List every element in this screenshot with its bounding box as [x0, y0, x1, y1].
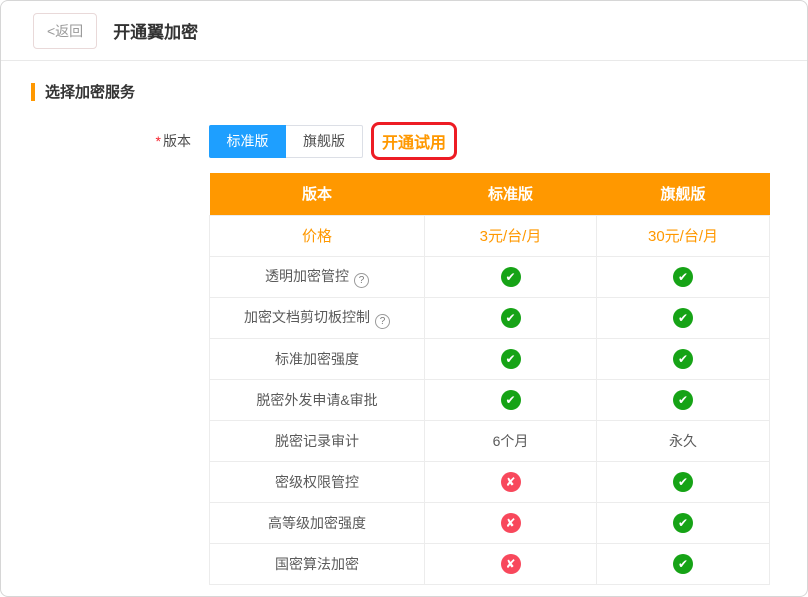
- feature-ultimate-cell: ✔: [597, 502, 770, 543]
- price-ultimate-cell: 30元/台/月: [597, 215, 770, 256]
- feature-row: 脱密外发申请&审批 ✔ ✔: [210, 379, 770, 420]
- help-icon[interactable]: ?: [354, 273, 369, 288]
- feature-label-cell: 密级权限管控: [210, 461, 425, 502]
- feature-row: 脱密记录审计 6个月 永久: [210, 420, 770, 461]
- feature-label-text: 脱密记录审计: [275, 433, 359, 449]
- back-button[interactable]: <返回: [33, 13, 97, 49]
- check-icon: ✔: [673, 554, 693, 574]
- feature-label-cell: 脱密外发申请&审批: [210, 379, 425, 420]
- feature-standard-cell: 6个月: [425, 420, 597, 461]
- feature-label-cell: 高等级加密强度: [210, 502, 425, 543]
- check-icon: ✔: [501, 349, 521, 369]
- page-title: 开通翼加密: [113, 18, 198, 43]
- check-icon: ✔: [501, 267, 521, 287]
- feature-standard-cell: ✔: [425, 256, 597, 297]
- version-form-row: *版本 标准版 旗舰版 开通试用: [1, 122, 807, 160]
- section-title: 选择加密服务: [45, 81, 135, 102]
- feature-label-text: 透明加密管控: [265, 268, 349, 284]
- feature-standard-cell: ✘: [425, 461, 597, 502]
- feature-row: 密级权限管控 ✘ ✔: [210, 461, 770, 502]
- feature-label-cell: 国密算法加密: [210, 543, 425, 584]
- feature-rows-body: 价格 3元/台/月 30元/台/月 透明加密管控? ✔ ✔ 加密文档剪切板控制?…: [210, 215, 770, 584]
- feature-row: 加密文档剪切板控制? ✔ ✔: [210, 297, 770, 338]
- required-asterisk: *: [156, 133, 161, 149]
- version-label: *版本: [1, 131, 209, 151]
- feature-standard-cell: ✘: [425, 502, 597, 543]
- feature-ultimate-cell: ✔: [597, 338, 770, 379]
- check-icon: ✔: [673, 349, 693, 369]
- tab-ultimate-version[interactable]: 旗舰版: [286, 125, 363, 158]
- feature-ultimate-cell: ✔: [597, 256, 770, 297]
- feature-ultimate-cell: 永久: [597, 420, 770, 461]
- feature-label-cell: 加密文档剪切板控制?: [210, 297, 425, 338]
- version-label-text: 版本: [163, 133, 191, 149]
- feature-standard-cell: ✔: [425, 338, 597, 379]
- check-icon: ✔: [501, 390, 521, 410]
- topbar: <返回 开通翼加密: [1, 1, 807, 61]
- feature-standard-cell: ✔: [425, 297, 597, 338]
- feature-ultimate-cell: ✔: [597, 297, 770, 338]
- cross-icon: ✘: [501, 472, 521, 492]
- feature-label-text: 密级权限管控: [275, 474, 359, 490]
- check-icon: ✔: [673, 267, 693, 287]
- feature-row: 透明加密管控? ✔ ✔: [210, 256, 770, 297]
- feature-ultimate-cell: ✔: [597, 461, 770, 502]
- accent-bar-icon: [31, 83, 35, 101]
- table-header-row: 版本 标准版 旗舰版: [210, 173, 770, 215]
- header-cell-version: 版本: [210, 173, 425, 215]
- price-standard-cell: 3元/台/月: [425, 215, 597, 256]
- feature-label-cell: 标准加密强度: [210, 338, 425, 379]
- tab-standard-version[interactable]: 标准版: [209, 125, 286, 158]
- feature-standard-cell: ✘: [425, 543, 597, 584]
- feature-row: 高等级加密强度 ✘ ✔: [210, 502, 770, 543]
- header-cell-ultimate: 旗舰版: [597, 173, 770, 215]
- feature-standard-cell: ✔: [425, 379, 597, 420]
- feature-label-cell: 脱密记录审计: [210, 420, 425, 461]
- price-label-cell: 价格: [210, 215, 425, 256]
- feature-ultimate-cell: ✔: [597, 379, 770, 420]
- page-card: <返回 开通翼加密 选择加密服务 *版本 标准版 旗舰版 开通试用 版本 标准版…: [0, 0, 808, 597]
- feature-ultimate-cell: ✔: [597, 543, 770, 584]
- feature-label-text: 脱密外发申请&审批: [256, 392, 377, 408]
- section-header: 选择加密服务: [31, 81, 807, 102]
- check-icon: ✔: [673, 390, 693, 410]
- help-icon[interactable]: ?: [375, 314, 390, 329]
- check-icon: ✔: [673, 472, 693, 492]
- feature-row: 国密算法加密 ✘ ✔: [210, 543, 770, 584]
- feature-label-cell: 透明加密管控?: [210, 256, 425, 297]
- feature-label-text: 标准加密强度: [275, 351, 359, 367]
- feature-label-text: 高等级加密强度: [268, 515, 366, 531]
- feature-label-text: 加密文档剪切板控制: [244, 309, 370, 325]
- feature-row: 标准加密强度 ✔ ✔: [210, 338, 770, 379]
- version-compare-table: 版本 标准版 旗舰版 价格 3元/台/月 30元/台/月 透明加密管控? ✔ ✔…: [209, 173, 770, 585]
- version-tab-group: 标准版 旗舰版: [209, 125, 363, 158]
- check-icon: ✔: [501, 308, 521, 328]
- check-icon: ✔: [673, 308, 693, 328]
- cross-icon: ✘: [501, 554, 521, 574]
- check-icon: ✔: [673, 513, 693, 533]
- price-row: 价格 3元/台/月 30元/台/月: [210, 215, 770, 256]
- open-trial-link[interactable]: 开通试用: [371, 122, 457, 160]
- feature-label-text: 国密算法加密: [275, 556, 359, 572]
- cross-icon: ✘: [501, 513, 521, 533]
- header-cell-standard: 标准版: [425, 173, 597, 215]
